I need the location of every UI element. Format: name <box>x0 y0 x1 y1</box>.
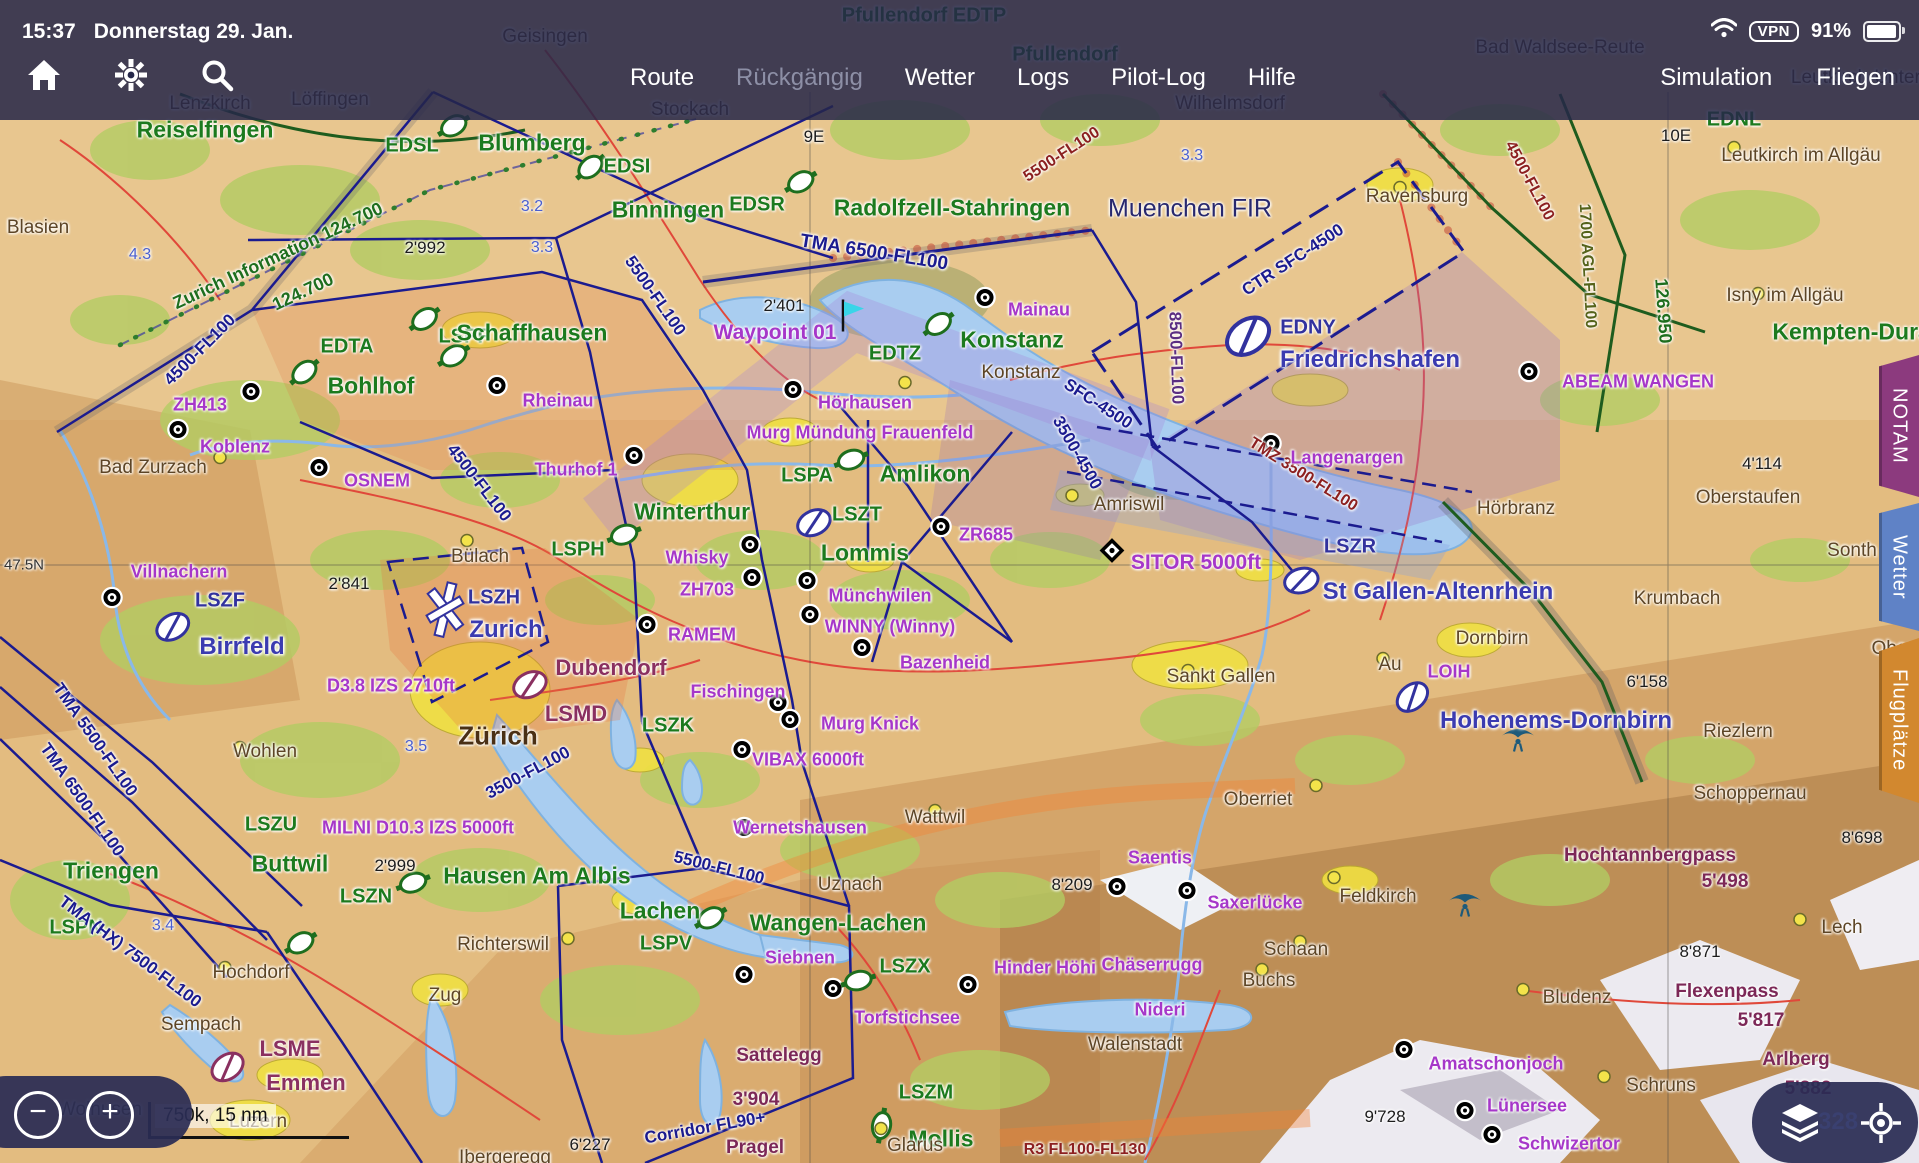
menu-item-hilfe[interactable]: Hilfe <box>1248 64 1296 92</box>
main-menu: Route Rückgängig Wetter Logs Pilot-Log Hilfe <box>630 64 1296 92</box>
zoom-in-button[interactable]: + <box>86 1091 134 1139</box>
map-canvas[interactable]: LenzkirchLöffingenGeisingenStockachPfull… <box>0 0 1919 1163</box>
wifi-icon <box>1710 18 1738 44</box>
battery-percent: 91% <box>1810 19 1851 42</box>
map-tools-pill: 328 <box>1752 1082 1918 1163</box>
mode-menu: Simulation Fliegen <box>1660 64 1895 92</box>
date: Donnerstag 29. Jan. <box>93 20 294 43</box>
search-icon[interactable] <box>200 58 234 92</box>
status-bar: 15:37 Donnerstag 29. Jan. VPN 91% <box>0 0 1919 46</box>
locate-button[interactable] <box>1860 1102 1902 1149</box>
menu-item-logs[interactable]: Logs <box>1017 64 1069 92</box>
app-window: LenzkirchLöffingenGeisingenStockachPfull… <box>0 0 1919 1163</box>
side-tab-wetter[interactable]: Wetter <box>1879 503 1919 631</box>
menu-item-route[interactable]: Route <box>630 64 694 92</box>
clock: 15:37 <box>22 20 76 43</box>
menu-item-pilot-log[interactable]: Pilot-Log <box>1111 64 1206 92</box>
terrain-chart <box>0 0 1919 1163</box>
vpn-badge: VPN <box>1748 20 1799 42</box>
side-tab-label: NOTAM <box>1888 388 1911 464</box>
side-tab-flugplätze[interactable]: Flugplätze <box>1879 638 1919 803</box>
zoom-control-pill: − + <box>0 1076 192 1148</box>
side-tab-notam[interactable]: NOTAM <box>1879 355 1919 497</box>
battery-icon <box>1863 20 1905 42</box>
zoom-out-button[interactable]: − <box>14 1091 62 1139</box>
top-bar: 15:37 Donnerstag 29. Jan. VPN 91% Route … <box>0 0 1919 120</box>
home-button[interactable] <box>26 58 62 92</box>
layers-button[interactable] <box>1778 1102 1822 1147</box>
menu-item-rückgängig: Rückgängig <box>736 64 863 91</box>
nav-bar: Route Rückgängig Wetter Logs Pilot-Log Hilfe … <box>0 46 1919 120</box>
menu-item-simulation[interactable]: Simulation <box>1660 64 1772 92</box>
side-tab-label: Flugplätze <box>1888 669 1911 772</box>
menu-item-wetter[interactable]: Wetter <box>905 64 975 92</box>
side-tab-label: Wetter <box>1888 534 1911 600</box>
menu-item-fliegen[interactable]: Fliegen <box>1816 64 1895 92</box>
settings-gear-icon[interactable] <box>114 58 148 92</box>
compass-heading-value: 328 <box>1818 1108 1859 1135</box>
